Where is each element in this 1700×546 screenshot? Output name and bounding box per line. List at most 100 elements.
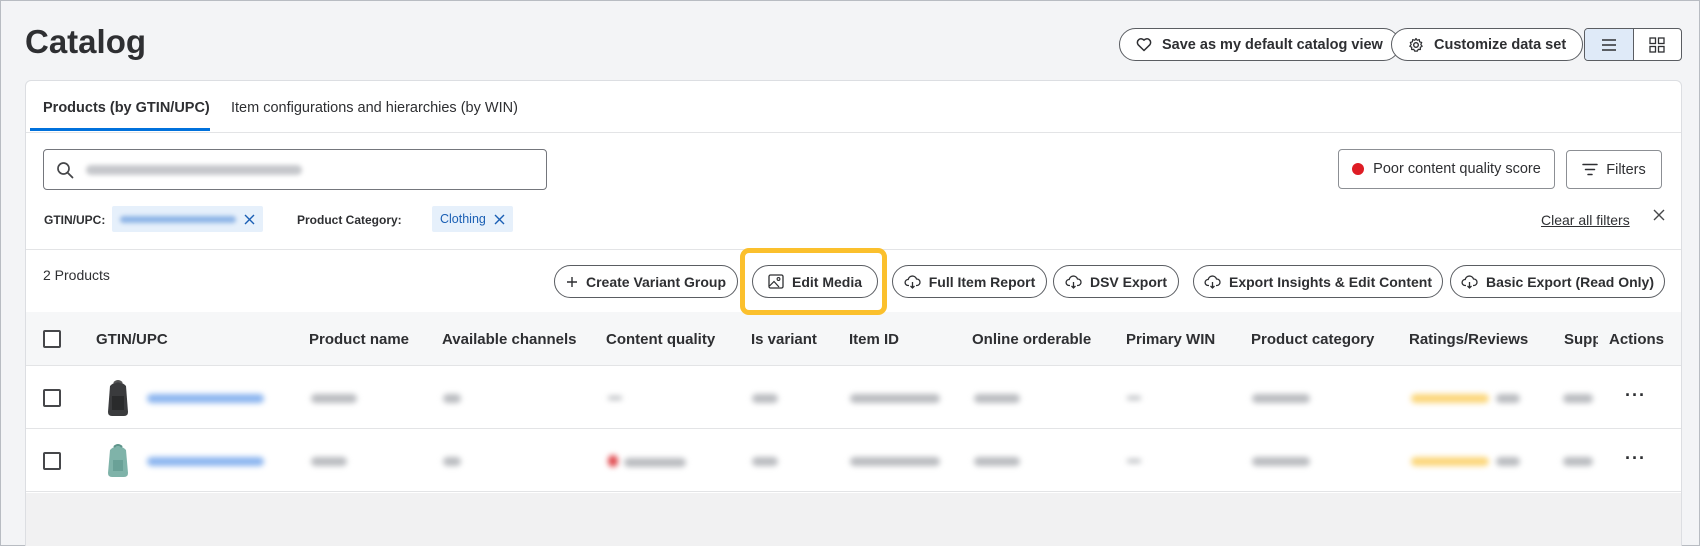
rating-stars-redacted	[1411, 457, 1489, 466]
full-item-report-button[interactable]: Full Item Report	[892, 265, 1047, 298]
gtin-filter-value-redacted	[120, 215, 236, 223]
basic-export-button[interactable]: Basic Export (Read Only)	[1450, 265, 1665, 298]
list-icon	[1601, 38, 1616, 51]
supplier-redacted	[1563, 457, 1593, 466]
column-header-content-quality[interactable]: Content quality	[606, 331, 715, 348]
close-icon[interactable]	[1652, 208, 1666, 222]
dsv-export-button[interactable]: DSV Export	[1053, 265, 1179, 298]
create-variant-group-label: Create Variant Group	[585, 273, 727, 290]
more-horizontal-icon[interactable]: ···	[1625, 448, 1646, 469]
dsv-export-label: DSV Export	[1089, 273, 1167, 290]
gtin-link-redacted[interactable]	[147, 394, 264, 403]
customize-data-set-button[interactable]: Customize data set	[1391, 28, 1584, 61]
save-default-view-label: Save as my default catalog view	[1162, 36, 1383, 53]
export-insights-label: Export Insights & Edit Content	[1229, 273, 1432, 290]
black-backpack-image	[108, 380, 128, 416]
column-header-is-variant[interactable]: Is variant	[751, 331, 817, 348]
product-category-redacted	[1252, 394, 1310, 403]
online-orderable-redacted	[974, 394, 1020, 403]
list-view-button[interactable]	[1585, 29, 1634, 60]
channels-redacted	[443, 457, 461, 466]
close-icon[interactable]	[244, 214, 255, 225]
item-id-redacted	[850, 394, 940, 403]
grid-view-button[interactable]	[1634, 29, 1682, 60]
column-header-item-id[interactable]: Item ID	[849, 331, 899, 348]
column-header-supplier[interactable]: Supp	[1564, 331, 1598, 348]
red-status-dot	[1352, 163, 1365, 175]
category-filter-value: Clothing	[440, 212, 486, 226]
column-header-ratings-reviews[interactable]: Ratings/Reviews	[1409, 331, 1528, 348]
full-item-report-label: Full Item Report	[928, 273, 1036, 290]
select-all-checkbox[interactable]	[43, 330, 61, 348]
column-header-product-category[interactable]: Product category	[1251, 331, 1374, 348]
content-quality-redacted	[608, 396, 622, 400]
close-icon[interactable]	[494, 214, 505, 225]
grid-icon	[1649, 36, 1665, 53]
plus-icon	[566, 276, 577, 287]
is-variant-redacted	[752, 457, 778, 466]
edit-media-highlight	[740, 248, 887, 315]
review-count-redacted	[1496, 394, 1520, 403]
supplier-redacted	[1563, 394, 1593, 403]
cloud-download-icon	[1065, 274, 1082, 289]
product-count: 2 Products	[43, 267, 110, 283]
column-header-product-name[interactable]: Product name	[309, 331, 409, 348]
column-header-gtin[interactable]: GTIN/UPC	[96, 331, 168, 348]
customize-data-set-label: Customize data set	[1434, 36, 1567, 53]
page-title: Catalog	[25, 23, 147, 60]
table-row: ···	[26, 367, 1681, 429]
search-value-redacted	[86, 164, 302, 175]
gtin-link-redacted[interactable]	[147, 457, 264, 466]
product-category-redacted	[1252, 457, 1310, 466]
active-tab-indicator	[30, 128, 210, 131]
gear-icon	[1409, 37, 1423, 52]
channels-redacted	[443, 394, 461, 403]
cloud-download-icon	[904, 274, 921, 289]
primary-win-redacted	[1127, 396, 1141, 400]
gtin-filter-label: GTIN/UPC:	[44, 213, 106, 227]
primary-win-redacted	[1127, 459, 1141, 463]
search-input[interactable]	[43, 149, 547, 190]
basic-export-label: Basic Export (Read Only)	[1485, 273, 1655, 290]
review-count-redacted	[1496, 457, 1520, 466]
column-header-actions: Actions	[1609, 331, 1665, 348]
export-insights-button[interactable]: Export Insights & Edit Content	[1193, 265, 1443, 298]
cloud-download-icon	[1461, 274, 1478, 289]
item-id-redacted	[850, 457, 940, 466]
more-horizontal-icon[interactable]: ···	[1625, 385, 1646, 406]
poor-quality-flag-redacted	[608, 455, 618, 467]
search-icon	[57, 161, 74, 178]
filters-button[interactable]: Filters	[1566, 150, 1662, 189]
poor-content-quality-filter-button[interactable]: Poor content quality score	[1338, 149, 1555, 189]
product-name-redacted	[311, 457, 347, 466]
tab-products-by-gtin[interactable]: Products (by GTIN/UPC)	[43, 100, 210, 116]
column-header-primary-win[interactable]: Primary WIN	[1126, 331, 1215, 348]
app-frame: Catalog Save as my default catalog view …	[0, 0, 1700, 546]
row-checkbox[interactable]	[43, 452, 61, 470]
create-variant-group-button[interactable]: Create Variant Group	[554, 265, 738, 298]
category-filter-label: Product Category:	[297, 213, 402, 227]
save-default-view-button[interactable]: Save as my default catalog view	[1119, 28, 1400, 61]
online-orderable-redacted	[974, 457, 1020, 466]
teal-backpack-image	[108, 444, 128, 477]
poor-content-quality-label: Poor content quality score	[1373, 161, 1541, 177]
filters-label: Filters	[1606, 161, 1646, 178]
column-header-available-channels[interactable]: Available channels	[442, 331, 577, 348]
row-checkbox[interactable]	[43, 389, 61, 407]
clear-all-filters-link[interactable]: Clear all filters	[1541, 212, 1630, 228]
product-name-redacted	[311, 394, 357, 403]
table-footer-area	[26, 493, 1681, 546]
gtin-filter-chip	[112, 206, 263, 232]
category-filter-chip: Clothing	[432, 206, 513, 232]
heart-icon	[1136, 38, 1152, 52]
cloud-download-icon	[1204, 274, 1221, 289]
table-row: ···	[26, 430, 1681, 492]
tab-item-configurations[interactable]: Item configurations and hierarchies (by …	[231, 100, 518, 116]
column-header-online-orderable[interactable]: Online orderable	[972, 331, 1091, 348]
filter-lines-icon	[1582, 163, 1598, 176]
tab-bar: Products (by GTIN/UPC) Item configuratio…	[26, 81, 1681, 133]
is-variant-redacted	[752, 394, 778, 403]
column-header-supp-clip: Supp	[1561, 312, 1598, 365]
view-toggle	[1584, 28, 1682, 61]
rating-stars-redacted	[1411, 394, 1489, 403]
